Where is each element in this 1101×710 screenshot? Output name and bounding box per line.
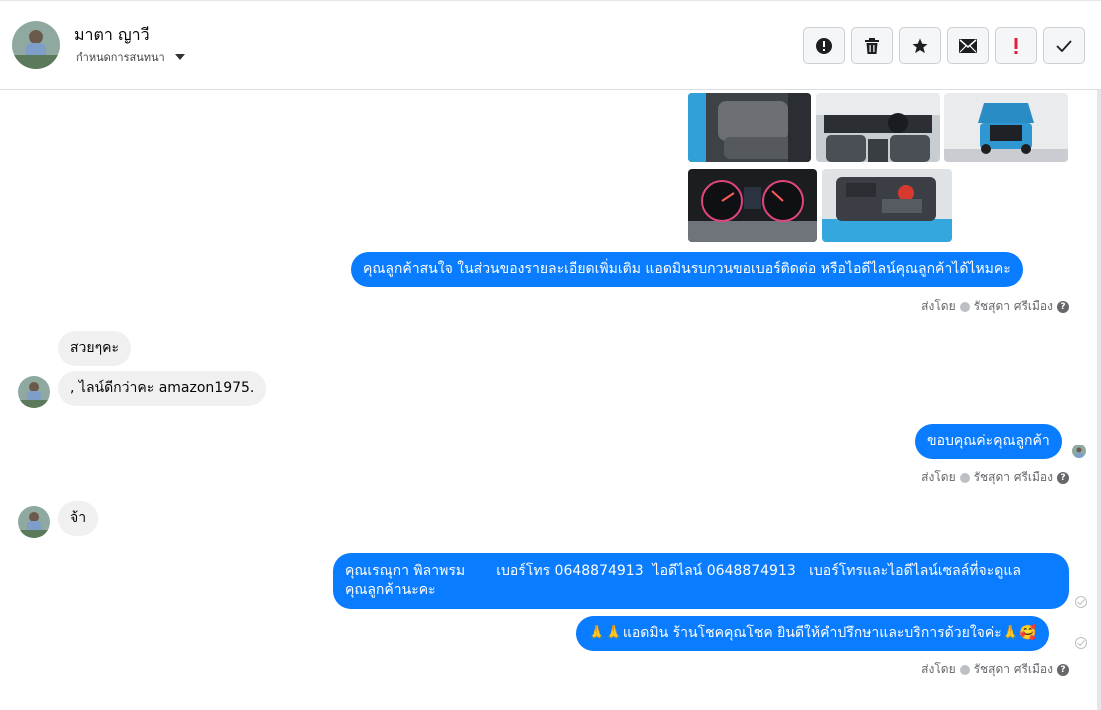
outgoing-message[interactable]: ขอบคุณค่ะคุณลูกค้า: [915, 424, 1062, 459]
contact-avatar-small[interactable]: [18, 506, 50, 538]
caret-down-icon: [174, 54, 185, 60]
star-button[interactable]: [899, 27, 941, 64]
outgoing-message[interactable]: 🙏🙏แอดมิน ร้านโชคคุณโชค ยินดีให้คำปรึกษาแ…: [576, 616, 1049, 651]
mark-unread-button[interactable]: [947, 27, 989, 64]
delivered-check-icon: [1075, 637, 1087, 649]
contact-avatar-small[interactable]: [18, 376, 50, 408]
sent-by-prefix: ส่งโดย: [921, 470, 956, 484]
sent-by-agent[interactable]: รัชสุดา ศรีเมือง: [974, 468, 1053, 487]
incoming-message[interactable]: , ไลน์ดีกว่าคะ amazon1975.: [58, 371, 267, 406]
conversation-status-dropdown[interactable]: กำหนดการสนทนา: [76, 48, 185, 66]
contact-name: มาตา ญาวี: [74, 25, 150, 44]
verified-badge-icon: [959, 664, 970, 675]
seen-avatar: [1072, 444, 1086, 458]
conversation-header: มาตา ญาวี กำหนดการสนทนา: [0, 0, 1101, 90]
delivered-check-icon: [1075, 596, 1087, 608]
star-icon: [912, 38, 928, 53]
delete-button[interactable]: [851, 27, 893, 64]
verified-badge-icon: [959, 472, 970, 483]
photo-car-rear-seats[interactable]: [688, 93, 811, 162]
contact-avatar[interactable]: [12, 21, 60, 69]
important-button[interactable]: [995, 27, 1037, 64]
sent-by-agent[interactable]: รัชสุดา ศรีเมือง: [974, 297, 1053, 316]
photo-car-engine[interactable]: [822, 169, 952, 242]
verified-badge-icon: [959, 301, 970, 312]
outgoing-message-line: คุณลูกค้านะคะ: [345, 582, 436, 598]
outgoing-message[interactable]: คุณลูกค้าสนใจ ในส่วนของรายละเอียดเพิ่มเต…: [351, 252, 1023, 287]
alert-circle-icon: [816, 37, 832, 54]
trash-icon: [865, 37, 879, 54]
done-button[interactable]: [1043, 27, 1085, 64]
outgoing-message[interactable]: คุณเรณุกา พิลาพรม เบอร์โทร 0648874913 ไอ…: [333, 553, 1069, 609]
help-icon[interactable]: ?: [1057, 471, 1069, 484]
sent-by-meta: ส่งโดย รัชสุดา ศรีเมือง ?: [921, 468, 1069, 487]
incoming-message[interactable]: สวยๆคะ: [58, 331, 132, 366]
conversation-status-label: กำหนดการสนทนา: [76, 51, 165, 64]
check-icon: [1056, 39, 1072, 52]
sent-by-meta: ส่งโดย รัชสุดา ศรีเมือง ?: [921, 297, 1069, 316]
report-button[interactable]: [803, 27, 845, 64]
outgoing-message-line: คุณเรณุกา พิลาพรม เบอร์โทร 0648874913 ไอ…: [345, 563, 1021, 579]
scrollbar-track[interactable]: [1097, 90, 1101, 710]
photo-car-gauges[interactable]: [688, 169, 817, 242]
conversation-toolbar: [803, 27, 1085, 64]
photo-car-trunk[interactable]: [944, 93, 1068, 162]
exclamation-icon: [1014, 37, 1018, 54]
sent-by-prefix: ส่งโดย: [921, 662, 956, 676]
sent-by-agent[interactable]: รัชสุดา ศรีเมือง: [974, 660, 1053, 679]
sent-by-meta: ส่งโดย รัชสุดา ศรีเมือง ?: [921, 660, 1069, 679]
incoming-message[interactable]: จ้า: [58, 501, 99, 536]
sent-by-prefix: ส่งโดย: [921, 299, 956, 313]
envelope-icon: [959, 38, 977, 53]
help-icon[interactable]: ?: [1057, 300, 1069, 313]
photo-car-dashboard[interactable]: [816, 93, 940, 162]
help-icon[interactable]: ?: [1057, 663, 1069, 676]
